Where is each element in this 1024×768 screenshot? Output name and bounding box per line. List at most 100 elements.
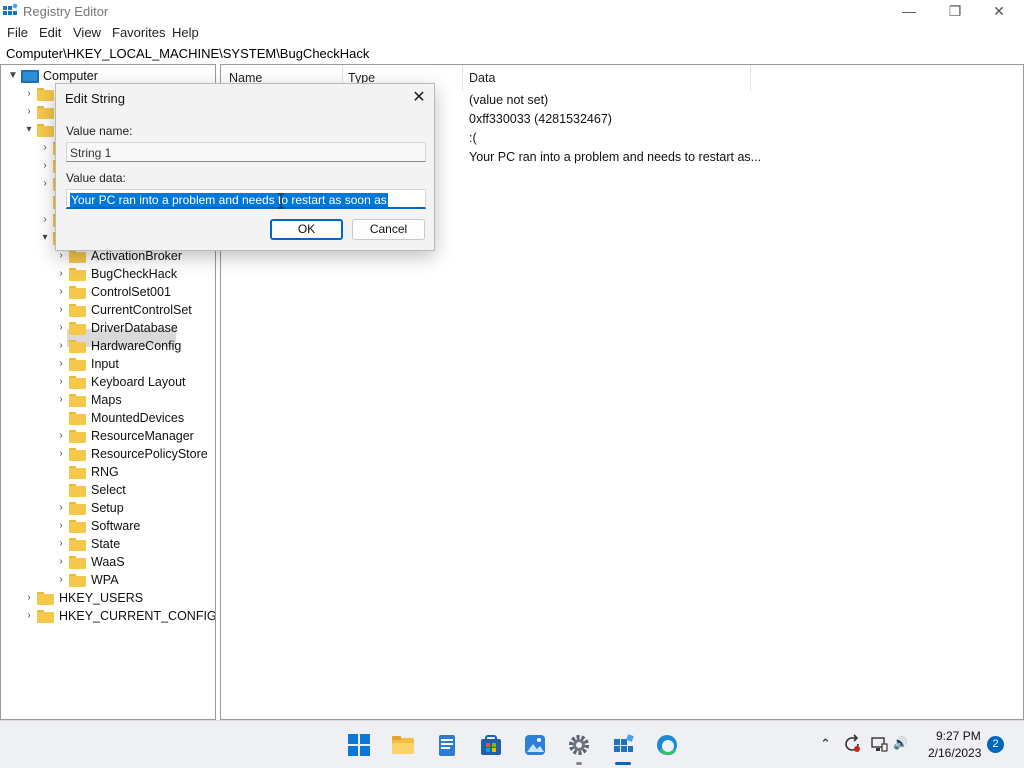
tree-item-bugcheckhack[interactable]: › BugCheckHack bbox=[1, 265, 215, 283]
ok-button[interactable]: OK bbox=[270, 219, 343, 240]
tree-item-setup[interactable]: › Setup bbox=[1, 499, 215, 517]
value-data-input[interactable]: Your PC ran into a problem and needs to … bbox=[66, 189, 426, 209]
clock-time[interactable]: 9:27 PM bbox=[936, 729, 981, 743]
chevron-right-icon[interactable]: › bbox=[56, 340, 66, 352]
chevron-right-icon[interactable]: › bbox=[24, 88, 34, 100]
chevron-right-icon[interactable]: › bbox=[56, 430, 66, 442]
tree-item-resourcepolicystore[interactable]: › ResourcePolicyStore bbox=[1, 445, 215, 463]
tree-label: Setup bbox=[91, 501, 124, 515]
tree-item-maps[interactable]: › Maps bbox=[1, 391, 215, 409]
cancel-button[interactable]: Cancel bbox=[352, 219, 425, 240]
settings-icon[interactable] bbox=[567, 733, 591, 757]
folder-icon bbox=[37, 610, 54, 623]
tree-label: ResourceManager bbox=[91, 429, 194, 443]
chevron-right-icon[interactable]: › bbox=[56, 322, 66, 334]
chevron-right-icon[interactable]: › bbox=[56, 250, 66, 262]
dialog-close-button[interactable]: ✕ bbox=[406, 86, 432, 110]
tree-item-state[interactable]: › State bbox=[1, 535, 215, 553]
chevron-right-icon[interactable]: › bbox=[56, 394, 66, 406]
chevron-right-icon[interactable]: › bbox=[40, 142, 50, 154]
chevron-down-icon[interactable]: ▾ bbox=[40, 232, 50, 244]
chevron-right-icon[interactable]: › bbox=[40, 214, 50, 226]
start-icon[interactable] bbox=[347, 733, 371, 757]
chevron-right-icon[interactable]: › bbox=[56, 268, 66, 280]
value-data-cell[interactable]: Your PC ran into a problem and needs to … bbox=[469, 150, 761, 164]
chevron-right-icon[interactable]: › bbox=[40, 178, 50, 190]
tree-item-rng[interactable]: RNG bbox=[1, 463, 215, 481]
edit-string-dialog: Edit String ✕ Value name: String 1 Value… bbox=[55, 83, 435, 251]
tree-item-driverdatabase[interactable]: › DriverDatabase bbox=[1, 319, 215, 337]
chevron-right-icon[interactable]: › bbox=[56, 538, 66, 550]
chevron-down-icon[interactable]: ▾ bbox=[24, 124, 34, 136]
chevron-right-icon[interactable]: › bbox=[56, 286, 66, 298]
tree-item-resourcemanager[interactable]: › ResourceManager bbox=[1, 427, 215, 445]
tree-item-input[interactable]: › Input bbox=[1, 355, 215, 373]
tree-label: ControlSet001 bbox=[91, 285, 171, 299]
tree-label: HKEY_CURRENT_CONFIG bbox=[59, 609, 216, 623]
tree-label: Keyboard Layout bbox=[91, 375, 186, 389]
tree-item-keyboard-layout[interactable]: › Keyboard Layout bbox=[1, 373, 215, 391]
minimize-button[interactable]: — bbox=[886, 0, 932, 22]
registry-editor-taskbar-icon[interactable] bbox=[611, 733, 635, 757]
chevron-right-icon[interactable]: › bbox=[40, 160, 50, 172]
tree-item-hkey-current-config[interactable]: › HKEY_CURRENT_CONFIG bbox=[1, 607, 215, 625]
maximize-button[interactable]: ❐ bbox=[932, 0, 978, 22]
menu-view[interactable]: View bbox=[73, 25, 101, 40]
tree-label: WaaS bbox=[91, 555, 125, 569]
edge-icon[interactable] bbox=[655, 733, 679, 757]
close-button[interactable]: ✕ bbox=[976, 0, 1022, 22]
folder-icon bbox=[69, 520, 86, 533]
notification-badge[interactable]: 2 bbox=[987, 736, 1004, 753]
tree-item-select[interactable]: Select bbox=[1, 481, 215, 499]
tree-item-currentcontrolset[interactable]: › CurrentControlSet bbox=[1, 301, 215, 319]
file-explorer-icon[interactable] bbox=[391, 733, 415, 757]
chevron-right-icon[interactable]: › bbox=[24, 106, 34, 118]
chevron-right-icon[interactable]: › bbox=[24, 592, 34, 604]
tree-item-controlset001[interactable]: › ControlSet001 bbox=[1, 283, 215, 301]
volume-icon[interactable]: 🔊 bbox=[893, 736, 908, 750]
chevron-right-icon[interactable]: › bbox=[24, 610, 34, 622]
tree-label: ResourcePolicyStore bbox=[91, 447, 208, 461]
tree-item-hardwareconfig[interactable]: › HardwareConfig bbox=[1, 337, 215, 355]
menu-help[interactable]: Help bbox=[172, 25, 199, 40]
chevron-right-icon[interactable]: › bbox=[56, 556, 66, 568]
chevron-up-icon[interactable]: ⌃ bbox=[820, 736, 831, 752]
chevron-right-icon[interactable]: › bbox=[56, 574, 66, 586]
folder-icon bbox=[37, 106, 54, 119]
chevron-right-icon[interactable]: › bbox=[56, 502, 66, 514]
folder-icon bbox=[69, 394, 86, 407]
menu-edit[interactable]: Edit bbox=[39, 25, 61, 40]
tree-item-waas[interactable]: › WaaS bbox=[1, 553, 215, 571]
chevron-right-icon[interactable]: › bbox=[56, 448, 66, 460]
chevron-right-icon[interactable]: › bbox=[56, 376, 66, 388]
notepad-icon[interactable] bbox=[435, 733, 459, 757]
refresh-icon[interactable] bbox=[842, 734, 862, 754]
chevron-down-icon[interactable]: ▼ bbox=[8, 70, 18, 82]
tree-label: RNG bbox=[91, 465, 119, 479]
column-separator[interactable] bbox=[750, 65, 751, 91]
chevron-right-icon[interactable]: › bbox=[56, 520, 66, 532]
folder-icon bbox=[37, 124, 54, 137]
menu-file[interactable]: File bbox=[7, 25, 28, 40]
address-bar[interactable]: Computer\HKEY_LOCAL_MACHINE\SYSTEM\BugCh… bbox=[0, 44, 1024, 64]
clock-date[interactable]: 2/16/2023 bbox=[928, 746, 981, 760]
value-data-cell[interactable]: (value not set) bbox=[469, 93, 548, 107]
tree-label: Software bbox=[91, 519, 141, 533]
folder-icon bbox=[69, 502, 86, 515]
value-data-cell[interactable]: :( bbox=[469, 131, 477, 145]
menu-favorites[interactable]: Favorites bbox=[112, 25, 165, 40]
value-data-cell[interactable]: 0xff330033 (4281532467) bbox=[469, 112, 612, 126]
tree-item-hkey-users[interactable]: › HKEY_USERS bbox=[1, 589, 215, 607]
column-separator[interactable] bbox=[462, 65, 463, 91]
registry-editor-icon bbox=[3, 3, 18, 15]
photos-icon[interactable] bbox=[523, 733, 547, 757]
chevron-right-icon[interactable]: › bbox=[56, 358, 66, 370]
folder-icon bbox=[69, 430, 86, 443]
store-icon[interactable] bbox=[479, 733, 503, 757]
tree-item-software[interactable]: › Software bbox=[1, 517, 215, 535]
chevron-right-icon[interactable]: › bbox=[56, 304, 66, 316]
network-icon[interactable] bbox=[870, 735, 888, 753]
column-header-data[interactable]: Data bbox=[469, 71, 495, 85]
tree-item-wpa[interactable]: › WPA bbox=[1, 571, 215, 589]
tree-item-mounteddevices[interactable]: MountedDevices bbox=[1, 409, 215, 427]
